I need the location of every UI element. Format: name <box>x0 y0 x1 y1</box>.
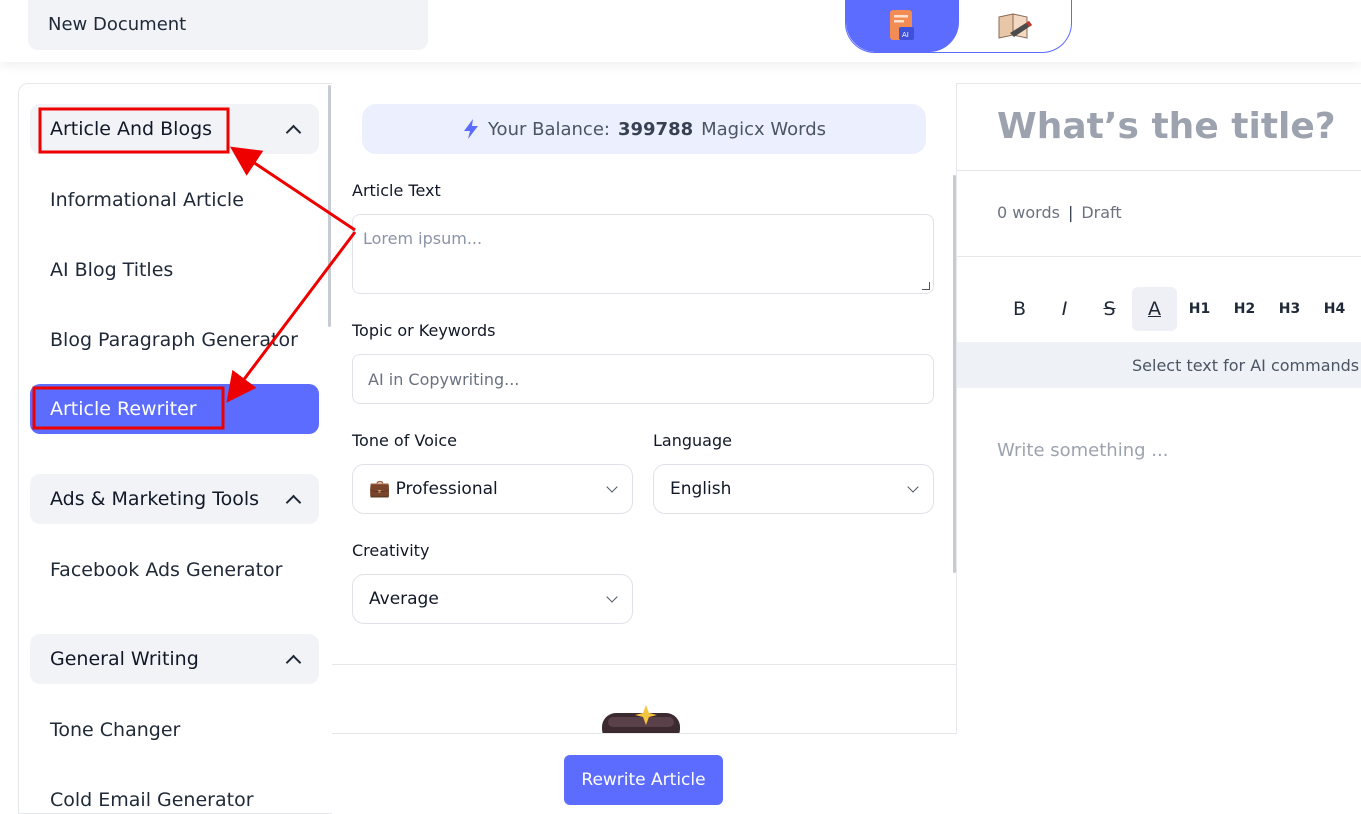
sidebar-scrollbar[interactable] <box>328 85 331 327</box>
article-text-placeholder: Lorem ipsum... <box>363 229 483 248</box>
word-count: 0 words <box>997 203 1060 222</box>
bold-button[interactable]: B <box>997 287 1042 331</box>
chevron-down-icon <box>907 481 919 493</box>
heading-1-icon: H1 <box>1188 301 1211 317</box>
tone-select[interactable]: 💼 Professional <box>352 464 633 514</box>
balance-prefix: Your Balance: <box>487 118 610 140</box>
language-select[interactable]: English <box>653 464 934 514</box>
book-pen-icon <box>998 13 1032 39</box>
heading-3-icon: H3 <box>1278 301 1301 317</box>
balance-banner: Your Balance: 399788 Magicx Words <box>362 104 926 154</box>
sidebar-item-ai-blog-titles[interactable]: AI Blog Titles <box>30 245 319 295</box>
template-sidebar: Article And Blogs Informational Article … <box>18 83 332 814</box>
creativity-value: Average <box>369 589 439 609</box>
heading-3-button[interactable]: H3 <box>1267 287 1312 331</box>
chevron-up-icon <box>285 494 302 510</box>
lightning-icon <box>463 119 478 139</box>
form-scrollbar[interactable] <box>953 175 956 573</box>
italic-icon: I <box>1061 298 1068 320</box>
chevron-down-icon <box>606 591 618 603</box>
topic-input[interactable]: AI in Copywriting... <box>352 354 934 404</box>
sidebar-item-cold-email-generator[interactable]: Cold Email Generator <box>30 775 319 813</box>
category-article-and-blogs[interactable]: Article And Blogs <box>30 104 319 154</box>
editor-body-input[interactable]: Write something ... <box>997 440 1168 461</box>
category-general-writing[interactable]: General Writing <box>30 634 319 684</box>
rewrite-article-button[interactable]: Rewrite Article <box>564 755 723 805</box>
heading-2-button[interactable]: H2 <box>1222 287 1267 331</box>
ai-commands-hint: Select text for AI commands or <box>957 342 1361 388</box>
editor-divider <box>957 256 1361 257</box>
heading-4-icon: H4 <box>1323 301 1346 317</box>
heading-4-button[interactable]: H4 <box>1312 287 1357 331</box>
strikethrough-button[interactable]: S <box>1087 287 1132 331</box>
sidebar-item-tone-changer[interactable]: Tone Changer <box>30 705 319 755</box>
editor-panel: What’s the title? 0 words | Draft B I S A … <box>957 83 1361 814</box>
status-badge: Draft <box>1081 203 1122 222</box>
svg-text:AI: AI <box>902 31 909 39</box>
mode-toggle[interactable]: AI <box>845 0 1072 53</box>
editor-divider <box>957 170 1361 171</box>
ai-document-icon: AI <box>890 10 915 40</box>
sidebar-item-article-rewriter[interactable]: Article Rewriter <box>30 384 319 434</box>
tone-value: 💼 Professional <box>369 479 498 499</box>
document-name-field[interactable]: New Document <box>28 0 428 50</box>
tone-label: Tone of Voice <box>352 431 457 450</box>
ai-writer-mode-button[interactable]: AI <box>846 0 959 52</box>
top-bar: New Document AI <box>0 0 1361 62</box>
chevron-up-icon <box>285 654 302 670</box>
form-panel: Your Balance: 399788 Magicx Words Articl… <box>332 83 957 814</box>
chevron-down-icon <box>606 481 618 493</box>
italic-button[interactable]: I <box>1042 287 1087 331</box>
bold-icon: B <box>1012 298 1027 320</box>
manual-writer-mode-button[interactable] <box>959 0 1072 52</box>
category-label: Article And Blogs <box>50 118 213 140</box>
balance-value: 399788 <box>617 118 694 140</box>
heading-1-button[interactable]: H1 <box>1177 287 1222 331</box>
magic-chest-icon <box>602 705 680 737</box>
creativity-label: Creativity <box>352 541 430 560</box>
language-label: Language <box>653 431 732 450</box>
document-meta: 0 words | Draft <box>997 203 1122 222</box>
article-text-label: Article Text <box>352 181 441 200</box>
creativity-select[interactable]: Average <box>352 574 633 624</box>
sidebar-item-blog-paragraph-generator[interactable]: Blog Paragraph Generator <box>30 315 319 365</box>
category-label: Ads & Marketing Tools <box>50 488 260 510</box>
article-text-input[interactable]: Lorem ipsum... <box>352 214 934 294</box>
form-action-bar: Rewrite Article <box>332 733 957 814</box>
topic-placeholder: AI in Copywriting... <box>368 369 520 389</box>
form-divider <box>332 664 957 665</box>
category-ads-marketing-tools[interactable]: Ads & Marketing Tools <box>30 474 319 524</box>
document-title-input[interactable]: What’s the title? <box>997 106 1336 147</box>
text-color-icon: A <box>1148 298 1161 320</box>
balance-suffix: Magicx Words <box>701 118 827 140</box>
meta-separator: | <box>1067 203 1074 222</box>
chevron-up-icon <box>285 124 302 140</box>
sidebar-item-informational-article[interactable]: Informational Article <box>30 175 319 225</box>
resize-handle-icon[interactable] <box>922 282 930 290</box>
format-toolbar: B I S A H1 H2 H3 H4 <box>997 286 1357 332</box>
topic-label: Topic or Keywords <box>352 321 496 340</box>
category-label: General Writing <box>50 648 199 670</box>
strikethrough-icon: S <box>1103 298 1116 320</box>
heading-2-icon: H2 <box>1233 301 1256 317</box>
text-color-button[interactable]: A <box>1132 287 1177 331</box>
language-value: English <box>670 479 732 499</box>
sidebar-item-facebook-ads-generator[interactable]: Facebook Ads Generator <box>30 545 319 595</box>
